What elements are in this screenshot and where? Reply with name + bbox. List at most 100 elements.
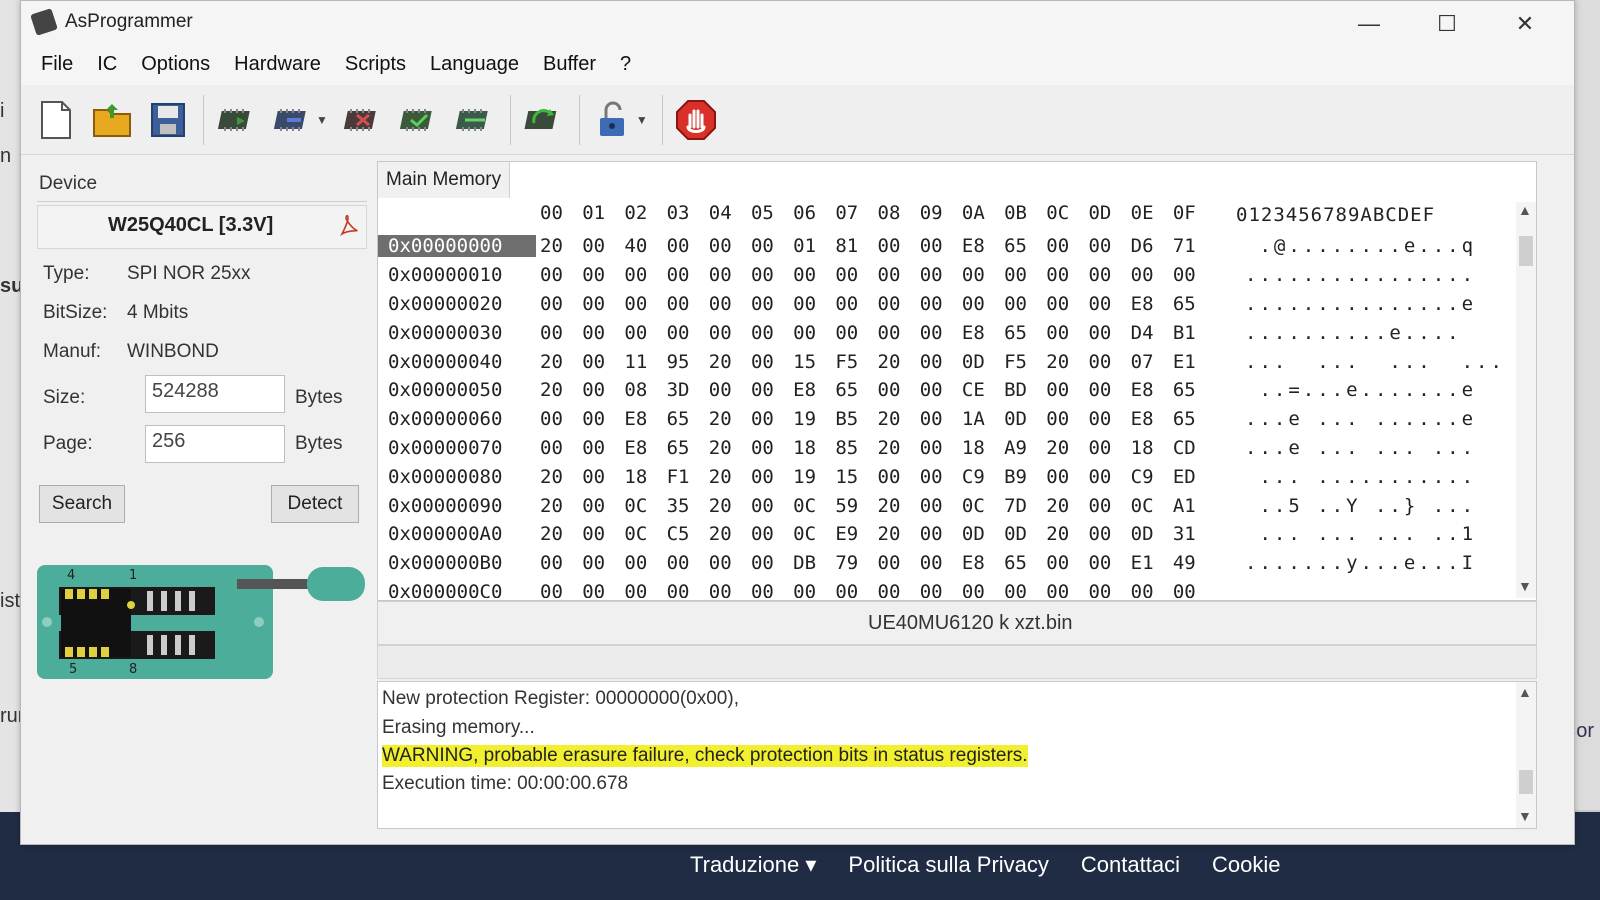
hex-byte[interactable]: 0C [1131, 495, 1173, 517]
hex-byte[interactable]: 00 [751, 552, 793, 574]
hex-scrollbar[interactable]: ▲ ▼ [1516, 202, 1536, 598]
hex-byte[interactable]: 00 [751, 495, 793, 517]
hex-byte[interactable]: 00 [582, 293, 624, 315]
hex-byte[interactable]: 7D [1004, 495, 1046, 517]
hex-byte[interactable]: 00 [1046, 408, 1088, 430]
hex-byte[interactable]: 00 [582, 466, 624, 488]
hex-byte[interactable]: 00 [1131, 581, 1173, 598]
hex-byte[interactable]: 20 [709, 351, 751, 373]
hex-byte[interactable]: 00 [878, 581, 920, 598]
hex-ascii[interactable]: .@........e...q [1245, 235, 1476, 257]
hex-byte[interactable]: 00 [540, 293, 582, 315]
chevron-down-icon[interactable]: ▼ [636, 113, 648, 127]
hex-byte[interactable]: 20 [540, 379, 582, 401]
hex-byte[interactable]: 00 [709, 379, 751, 401]
hex-byte[interactable]: 00 [1046, 235, 1088, 257]
hex-byte[interactable]: 00 [1088, 408, 1130, 430]
hex-byte[interactable]: 3D [667, 379, 709, 401]
hex-byte[interactable]: F1 [667, 466, 709, 488]
hex-byte[interactable]: 00 [751, 235, 793, 257]
hex-byte[interactable]: 00 [1046, 264, 1088, 286]
hex-byte[interactable]: 0D [962, 351, 1004, 373]
hex-byte[interactable]: 00 [1004, 264, 1046, 286]
hex-row[interactable]: 0x00000070 00 00 E8 65 20 00 18 85 20 00 18 A9 20 00 18… [378, 434, 1518, 463]
hex-byte[interactable]: 00 [709, 264, 751, 286]
hex-byte[interactable]: 00 [667, 293, 709, 315]
hex-address[interactable]: 0x00000020 [378, 293, 536, 315]
hex-byte[interactable]: 00 [1131, 264, 1173, 286]
open-file-button[interactable] [89, 97, 135, 143]
hex-byte[interactable]: 00 [1088, 495, 1130, 517]
hex-byte[interactable]: 00 [751, 264, 793, 286]
hex-address[interactable]: 0x00000010 [378, 264, 536, 286]
save-file-button[interactable] [145, 97, 191, 143]
hex-ascii[interactable]: ................ [1245, 264, 1476, 286]
hex-byte[interactable]: 00 [1088, 322, 1130, 344]
hex-byte[interactable]: 11 [624, 351, 666, 373]
hex-byte[interactable]: 18 [793, 437, 835, 459]
hex-byte[interactable]: 0C [962, 495, 1004, 517]
hex-byte[interactable]: E8 [624, 437, 666, 459]
hex-byte[interactable]: 00 [667, 552, 709, 574]
hex-byte[interactable]: 0D [962, 523, 1004, 545]
hex-byte[interactable]: 00 [1046, 379, 1088, 401]
unlock-button[interactable] [590, 97, 636, 143]
hex-address[interactable]: 0x00000000 [378, 235, 536, 258]
hex-byte[interactable]: 00 [1046, 581, 1088, 598]
hex-byte[interactable]: 00 [667, 264, 709, 286]
hex-byte[interactable]: 08 [624, 379, 666, 401]
hex-byte[interactable]: B5 [835, 408, 877, 430]
hex-byte[interactable]: 00 [751, 466, 793, 488]
hex-row[interactable]: 0x00000030 00 00 00 00 00 00 00 00 00 00 E8 65 00 00 D4… [378, 318, 1518, 347]
hex-byte[interactable]: 00 [878, 379, 920, 401]
hex-byte[interactable]: CE [962, 379, 1004, 401]
hex-byte[interactable]: 20 [709, 408, 751, 430]
hex-byte[interactable]: E1 [1131, 552, 1173, 574]
hex-byte[interactable]: 00 [962, 581, 1004, 598]
hex-row[interactable]: 0x000000C0 00 00 00 00 00 00 00 00 00 00 00 00 00 00 00… [378, 578, 1518, 598]
hex-byte[interactable]: 00 [920, 408, 962, 430]
hex-byte[interactable]: 00 [667, 581, 709, 598]
hex-byte[interactable]: 00 [582, 264, 624, 286]
hex-byte[interactable]: 00 [878, 322, 920, 344]
verify-chip-button[interactable] [396, 97, 442, 143]
hex-byte[interactable]: E1 [1173, 351, 1215, 373]
search-button[interactable]: Search [39, 485, 125, 523]
size-field[interactable]: 524288 [145, 375, 285, 413]
hex-byte[interactable]: 00 [1088, 351, 1130, 373]
hex-byte[interactable]: 00 [540, 581, 582, 598]
hex-byte[interactable]: 00 [1088, 466, 1130, 488]
hex-byte[interactable]: 31 [1173, 523, 1215, 545]
hex-byte[interactable]: 00 [1046, 322, 1088, 344]
hex-byte[interactable]: D6 [1131, 235, 1173, 257]
stop-button[interactable] [673, 97, 719, 143]
hex-byte[interactable]: 65 [1004, 235, 1046, 257]
hex-byte[interactable]: C9 [1131, 466, 1173, 488]
hex-ascii[interactable]: ...e ... ......e [1245, 408, 1476, 430]
hex-byte[interactable]: E8 [793, 379, 835, 401]
menu-language[interactable]: Language [418, 53, 531, 76]
hex-ascii[interactable]: ... ... ... ..1 [1245, 523, 1476, 545]
hex-byte[interactable]: 20 [709, 523, 751, 545]
hex-byte[interactable]: A1 [1173, 495, 1215, 517]
hex-byte[interactable]: 20 [1046, 523, 1088, 545]
hex-byte[interactable]: 20 [878, 351, 920, 373]
hex-byte[interactable]: 00 [920, 466, 962, 488]
hex-byte[interactable]: E8 [624, 408, 666, 430]
hex-byte[interactable]: 00 [709, 235, 751, 257]
hex-row[interactable]: 0x00000050 20 00 08 3D 00 00 E8 65 00 00 CE BD 00 00 E8… [378, 376, 1518, 405]
hex-byte[interactable]: 00 [1088, 523, 1130, 545]
hex-byte[interactable]: E8 [1131, 379, 1173, 401]
hex-byte[interactable]: C5 [667, 523, 709, 545]
tab-main-memory[interactable]: Main Memory [378, 162, 511, 198]
hex-byte[interactable]: 00 [920, 235, 962, 257]
hex-byte[interactable]: CD [1173, 437, 1215, 459]
menu-file[interactable]: File [29, 53, 85, 76]
hex-byte[interactable]: 65 [1173, 379, 1215, 401]
hex-byte[interactable]: 00 [793, 322, 835, 344]
hex-byte[interactable]: 65 [667, 437, 709, 459]
scroll-up-icon[interactable]: ▲ [1518, 684, 1532, 700]
hex-byte[interactable]: 18 [1131, 437, 1173, 459]
hex-byte[interactable]: 20 [1046, 437, 1088, 459]
hex-byte[interactable]: 20 [1046, 351, 1088, 373]
